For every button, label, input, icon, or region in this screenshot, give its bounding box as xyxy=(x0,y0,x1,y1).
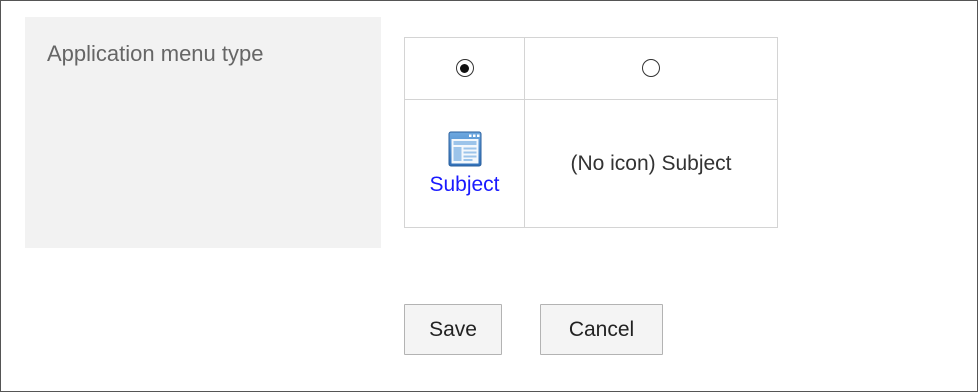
setting-label: Application menu type xyxy=(47,41,264,66)
option-icon-preview[interactable]: Subject xyxy=(404,99,525,228)
no-icon-preview-text: (No icon) Subject xyxy=(570,151,732,175)
setting-label-cell: Application menu type xyxy=(25,17,381,248)
option-no-icon-radio-cell[interactable] xyxy=(524,37,778,100)
option-icon-radio[interactable] xyxy=(455,59,474,78)
save-button[interactable]: Save xyxy=(404,304,502,355)
settings-panel: Application menu type Subject (No icon) … xyxy=(0,0,978,392)
option-icon-radio-cell[interactable] xyxy=(404,37,525,100)
cancel-button[interactable]: Cancel xyxy=(540,304,663,355)
option-no-icon-preview[interactable]: (No icon) Subject xyxy=(524,99,778,228)
option-no-icon-radio[interactable] xyxy=(642,59,660,78)
application-window-icon xyxy=(448,131,481,166)
icon-preview-subject-link[interactable]: Subject xyxy=(429,173,499,197)
menu-type-options-table: Subject (No icon) Subject xyxy=(404,37,778,228)
